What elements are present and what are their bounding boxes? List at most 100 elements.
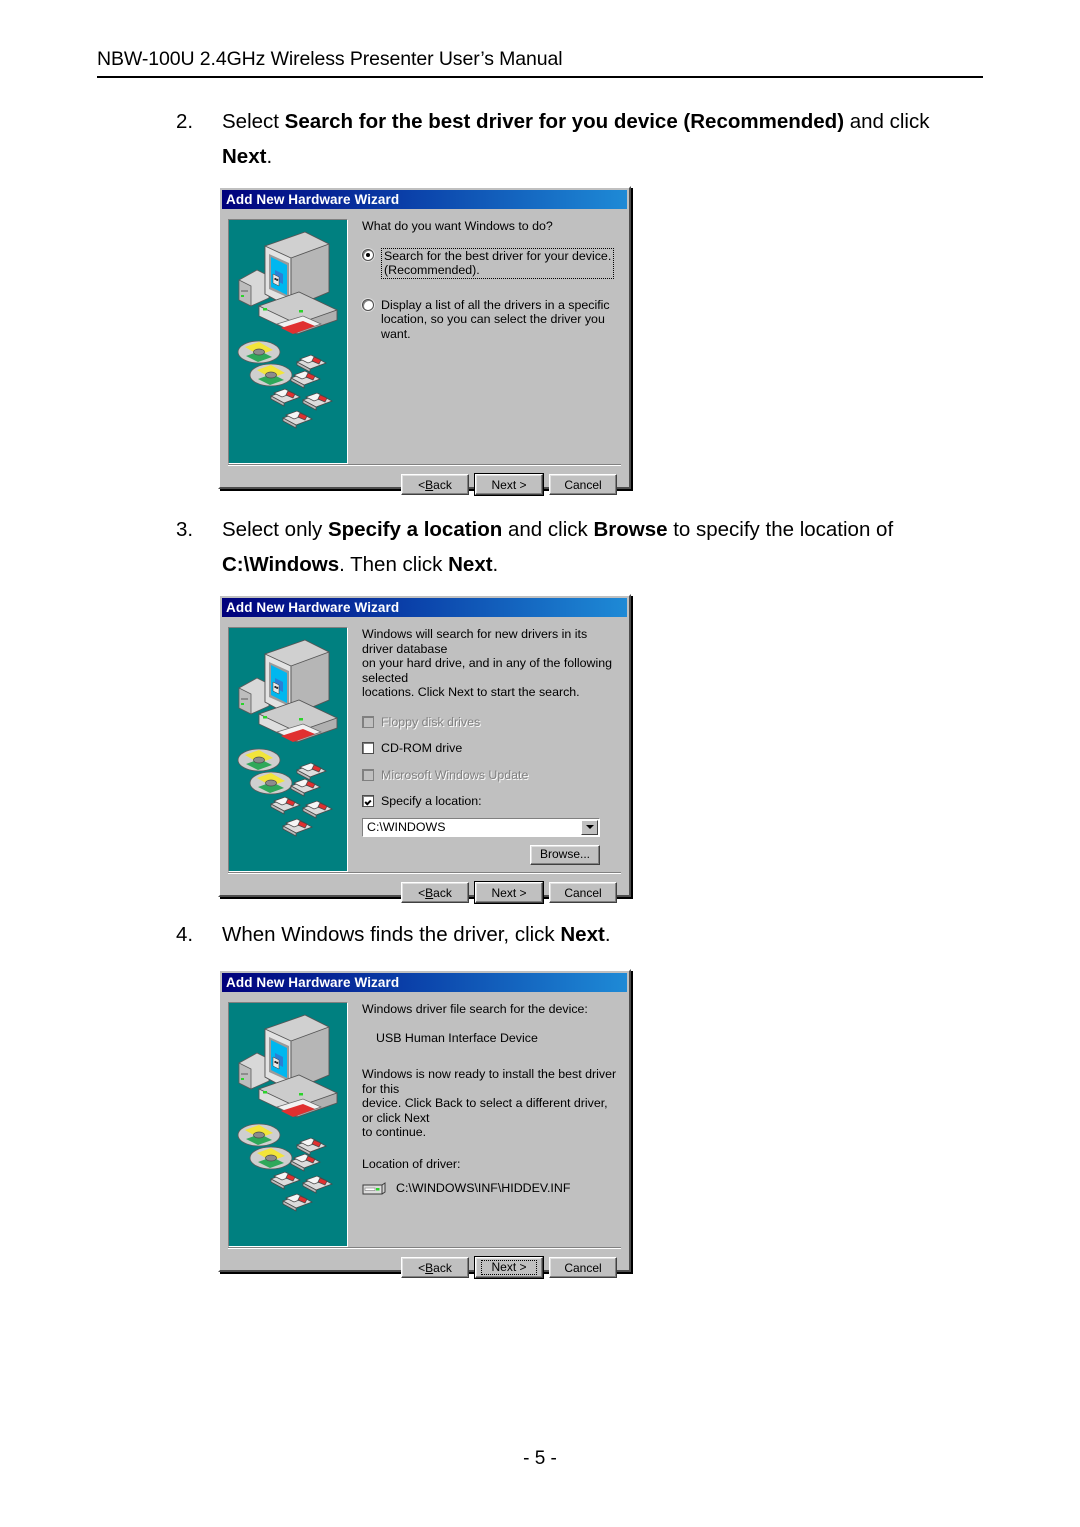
checkbox-specify-location-label: Specify a location:: [381, 794, 482, 808]
step-4-number: 4.: [176, 923, 194, 946]
dialog2-button-row: < Back Next > Cancel: [220, 874, 629, 912]
dialog3-title-text: Add New Hardware Wizard: [226, 975, 400, 990]
dialog3-ready-line1: Windows is now ready to install the best…: [362, 1067, 617, 1096]
dialog2-next-button[interactable]: Next >: [474, 881, 544, 904]
checkbox-cdrom-label: CD-ROM drive: [381, 741, 463, 755]
wizard-illustration-2: [228, 627, 348, 872]
chevron-down-icon[interactable]: [581, 819, 598, 835]
location-combobox[interactable]: C:\WINDOWS: [362, 817, 600, 837]
dialog1-button-row: < Back Next > Cancel: [220, 466, 629, 504]
radio-search-best-driver-icon[interactable]: [362, 248, 374, 261]
radio-display-line2: location, so you can select the driver y…: [381, 312, 605, 341]
dialog3-search-label: Windows driver file search for the devic…: [362, 1002, 588, 1016]
radio-display-line1: Display a list of all the drivers in a s…: [381, 297, 610, 312]
dialog3-body: Windows driver file search for the devic…: [220, 992, 629, 1247]
dialog2-back-accel: B: [425, 885, 434, 900]
radio-display-list-label: Display a list of all the drivers in a s…: [381, 298, 621, 342]
page-header: NBW-100U 2.4GHz Wireless Presenter User’…: [97, 48, 983, 78]
dialog3-ready-line3: to continue.: [362, 1125, 427, 1139]
radio-display-list-icon[interactable]: [362, 298, 374, 311]
dialog1-back-button[interactable]: < Back: [401, 474, 469, 495]
checkbox-floppy-label: Floppy disk drives: [381, 714, 481, 729]
dialog1-next-label: Next >: [491, 477, 527, 492]
manual-title: NBW-100U 2.4GHz Wireless Presenter User’…: [97, 48, 563, 70]
browse-button-label: Browse...: [539, 847, 590, 862]
radio-search-best-driver-label: Search for the best driver for your devi…: [381, 247, 615, 279]
step-2: 2. Select Search for the best driver for…: [176, 104, 976, 174]
checkbox-cdrom-icon[interactable]: [362, 742, 374, 754]
dialog2-back-post: ack: [433, 885, 452, 900]
dialog3-next-label: Next >: [481, 1260, 537, 1275]
dialog-add-new-hardware-wizard-1[interactable]: Add New Hardware Wizard What do you want…: [218, 186, 631, 496]
dialog3-location-label: Location of driver:: [362, 1156, 461, 1171]
driver-path-text: C:\WINDOWS\INF\HIDDEV.INF: [396, 1180, 571, 1195]
dialog1-next-button[interactable]: Next >: [474, 473, 544, 496]
step-4-text: When Windows finds the driver, click Nex…: [222, 923, 611, 946]
dialog2-body-line3: locations. Click Next to start the searc…: [362, 685, 580, 699]
dialog3-content: Windows driver file search for the devic…: [348, 1002, 621, 1247]
computer-media-illustration: [229, 1003, 347, 1221]
checkbox-windows-update-icon[interactable]: [362, 768, 374, 781]
dialog1-back-accel: B: [425, 477, 434, 492]
wizard-illustration-1: [228, 219, 348, 464]
driver-location-row: C:\WINDOWS\INF\HIDDEV.INF: [362, 1180, 621, 1196]
dialog2-next-label: Next >: [491, 885, 527, 900]
dialog3-back-button[interactable]: < Back: [401, 1257, 469, 1278]
dialog3-cancel-button[interactable]: Cancel: [549, 1257, 617, 1278]
dialog1-titlebar: Add New Hardware Wizard: [222, 190, 627, 209]
browse-button-wrap: Browse...: [362, 844, 600, 865]
checkbox-microsoft-windows-update[interactable]: Microsoft Windows Update: [362, 768, 621, 783]
dialog1-body: What do you want Windows to do? Search f…: [220, 209, 629, 464]
dialog3-back-prefix: <: [418, 1260, 426, 1275]
dialog3-titlebar: Add New Hardware Wizard: [222, 973, 627, 992]
radio-search-line2: (Recommended).: [384, 263, 480, 277]
dialog3-back-accel: B: [425, 1260, 434, 1275]
dialog-add-new-hardware-wizard-2[interactable]: Add New Hardware Wizard Windows will sea…: [218, 594, 631, 904]
step-4: 4. When Windows finds the driver, click …: [176, 917, 976, 952]
drive-icon: [362, 1182, 386, 1195]
step-2-number: 2.: [176, 110, 194, 133]
checkbox-floppy-disk-drives[interactable]: Floppy disk drives: [362, 715, 621, 730]
dialog1-title-text: Add New Hardware Wizard: [226, 192, 400, 207]
radio-option-search-best-driver[interactable]: Search for the best driver for your devi…: [362, 247, 621, 279]
dialog3-next-button[interactable]: Next >: [474, 1256, 544, 1279]
step-3-number: 3.: [176, 518, 194, 541]
dialog1-back-post: ack: [433, 477, 452, 492]
dialog2-cancel-label: Cancel: [564, 885, 602, 900]
dialog3-device-name: USB Human Interface Device: [376, 1030, 538, 1045]
checkbox-specify-a-location[interactable]: Specify a location:: [362, 794, 621, 809]
radio-search-line1: Search for the best driver for your devi…: [384, 248, 612, 263]
location-combobox-value: C:\WINDOWS: [367, 819, 446, 834]
checkbox-floppy-icon[interactable]: [362, 715, 374, 728]
dialog2-body-line1: Windows will search for new drivers in i…: [362, 627, 588, 656]
dialog1-cancel-button[interactable]: Cancel: [549, 474, 617, 495]
header-rule: [97, 76, 983, 78]
dialog1-back-prefix: <: [418, 477, 426, 492]
dialog2-back-prefix: <: [418, 885, 426, 900]
dialog3-button-row: < Back Next > Cancel: [220, 1249, 629, 1287]
wizard-illustration-3: [228, 1002, 348, 1247]
dialog3-cancel-label: Cancel: [564, 1260, 602, 1275]
dialog2-titlebar: Add New Hardware Wizard: [222, 598, 627, 617]
dialog1-content: What do you want Windows to do? Search f…: [348, 219, 621, 464]
browse-button[interactable]: Browse...: [530, 844, 600, 865]
checkbox-specify-location-icon[interactable]: [362, 795, 374, 807]
dialog3-ready-line2: device. Click Back to select a different…: [362, 1096, 608, 1125]
radio-option-display-list[interactable]: Display a list of all the drivers in a s…: [362, 298, 621, 342]
step-3-text: Select only Specify a location and click…: [222, 518, 894, 576]
computer-media-illustration: [229, 628, 347, 846]
page-footer: - 5 -: [0, 1448, 1080, 1470]
page-number: - 5 -: [523, 1448, 557, 1469]
step-2-text: Select Search for the best driver for yo…: [222, 110, 930, 168]
dialog2-cancel-button[interactable]: Cancel: [549, 882, 617, 903]
dialog1-cancel-label: Cancel: [564, 477, 602, 492]
dialog-add-new-hardware-wizard-3[interactable]: Add New Hardware Wizard Windows driver f…: [218, 969, 631, 1279]
checkbox-windows-update-label: Microsoft Windows Update: [381, 767, 529, 782]
dialog1-prompt: What do you want Windows to do?: [362, 219, 553, 233]
dialog3-back-post: ack: [433, 1260, 452, 1275]
dialog2-content: Windows will search for new drivers in i…: [348, 627, 621, 872]
dialog2-title-text: Add New Hardware Wizard: [226, 600, 400, 615]
step-3: 3. Select only Specify a location and cl…: [176, 512, 976, 582]
checkbox-cd-rom-drive[interactable]: CD-ROM drive: [362, 741, 621, 756]
dialog2-back-button[interactable]: < Back: [401, 882, 469, 903]
